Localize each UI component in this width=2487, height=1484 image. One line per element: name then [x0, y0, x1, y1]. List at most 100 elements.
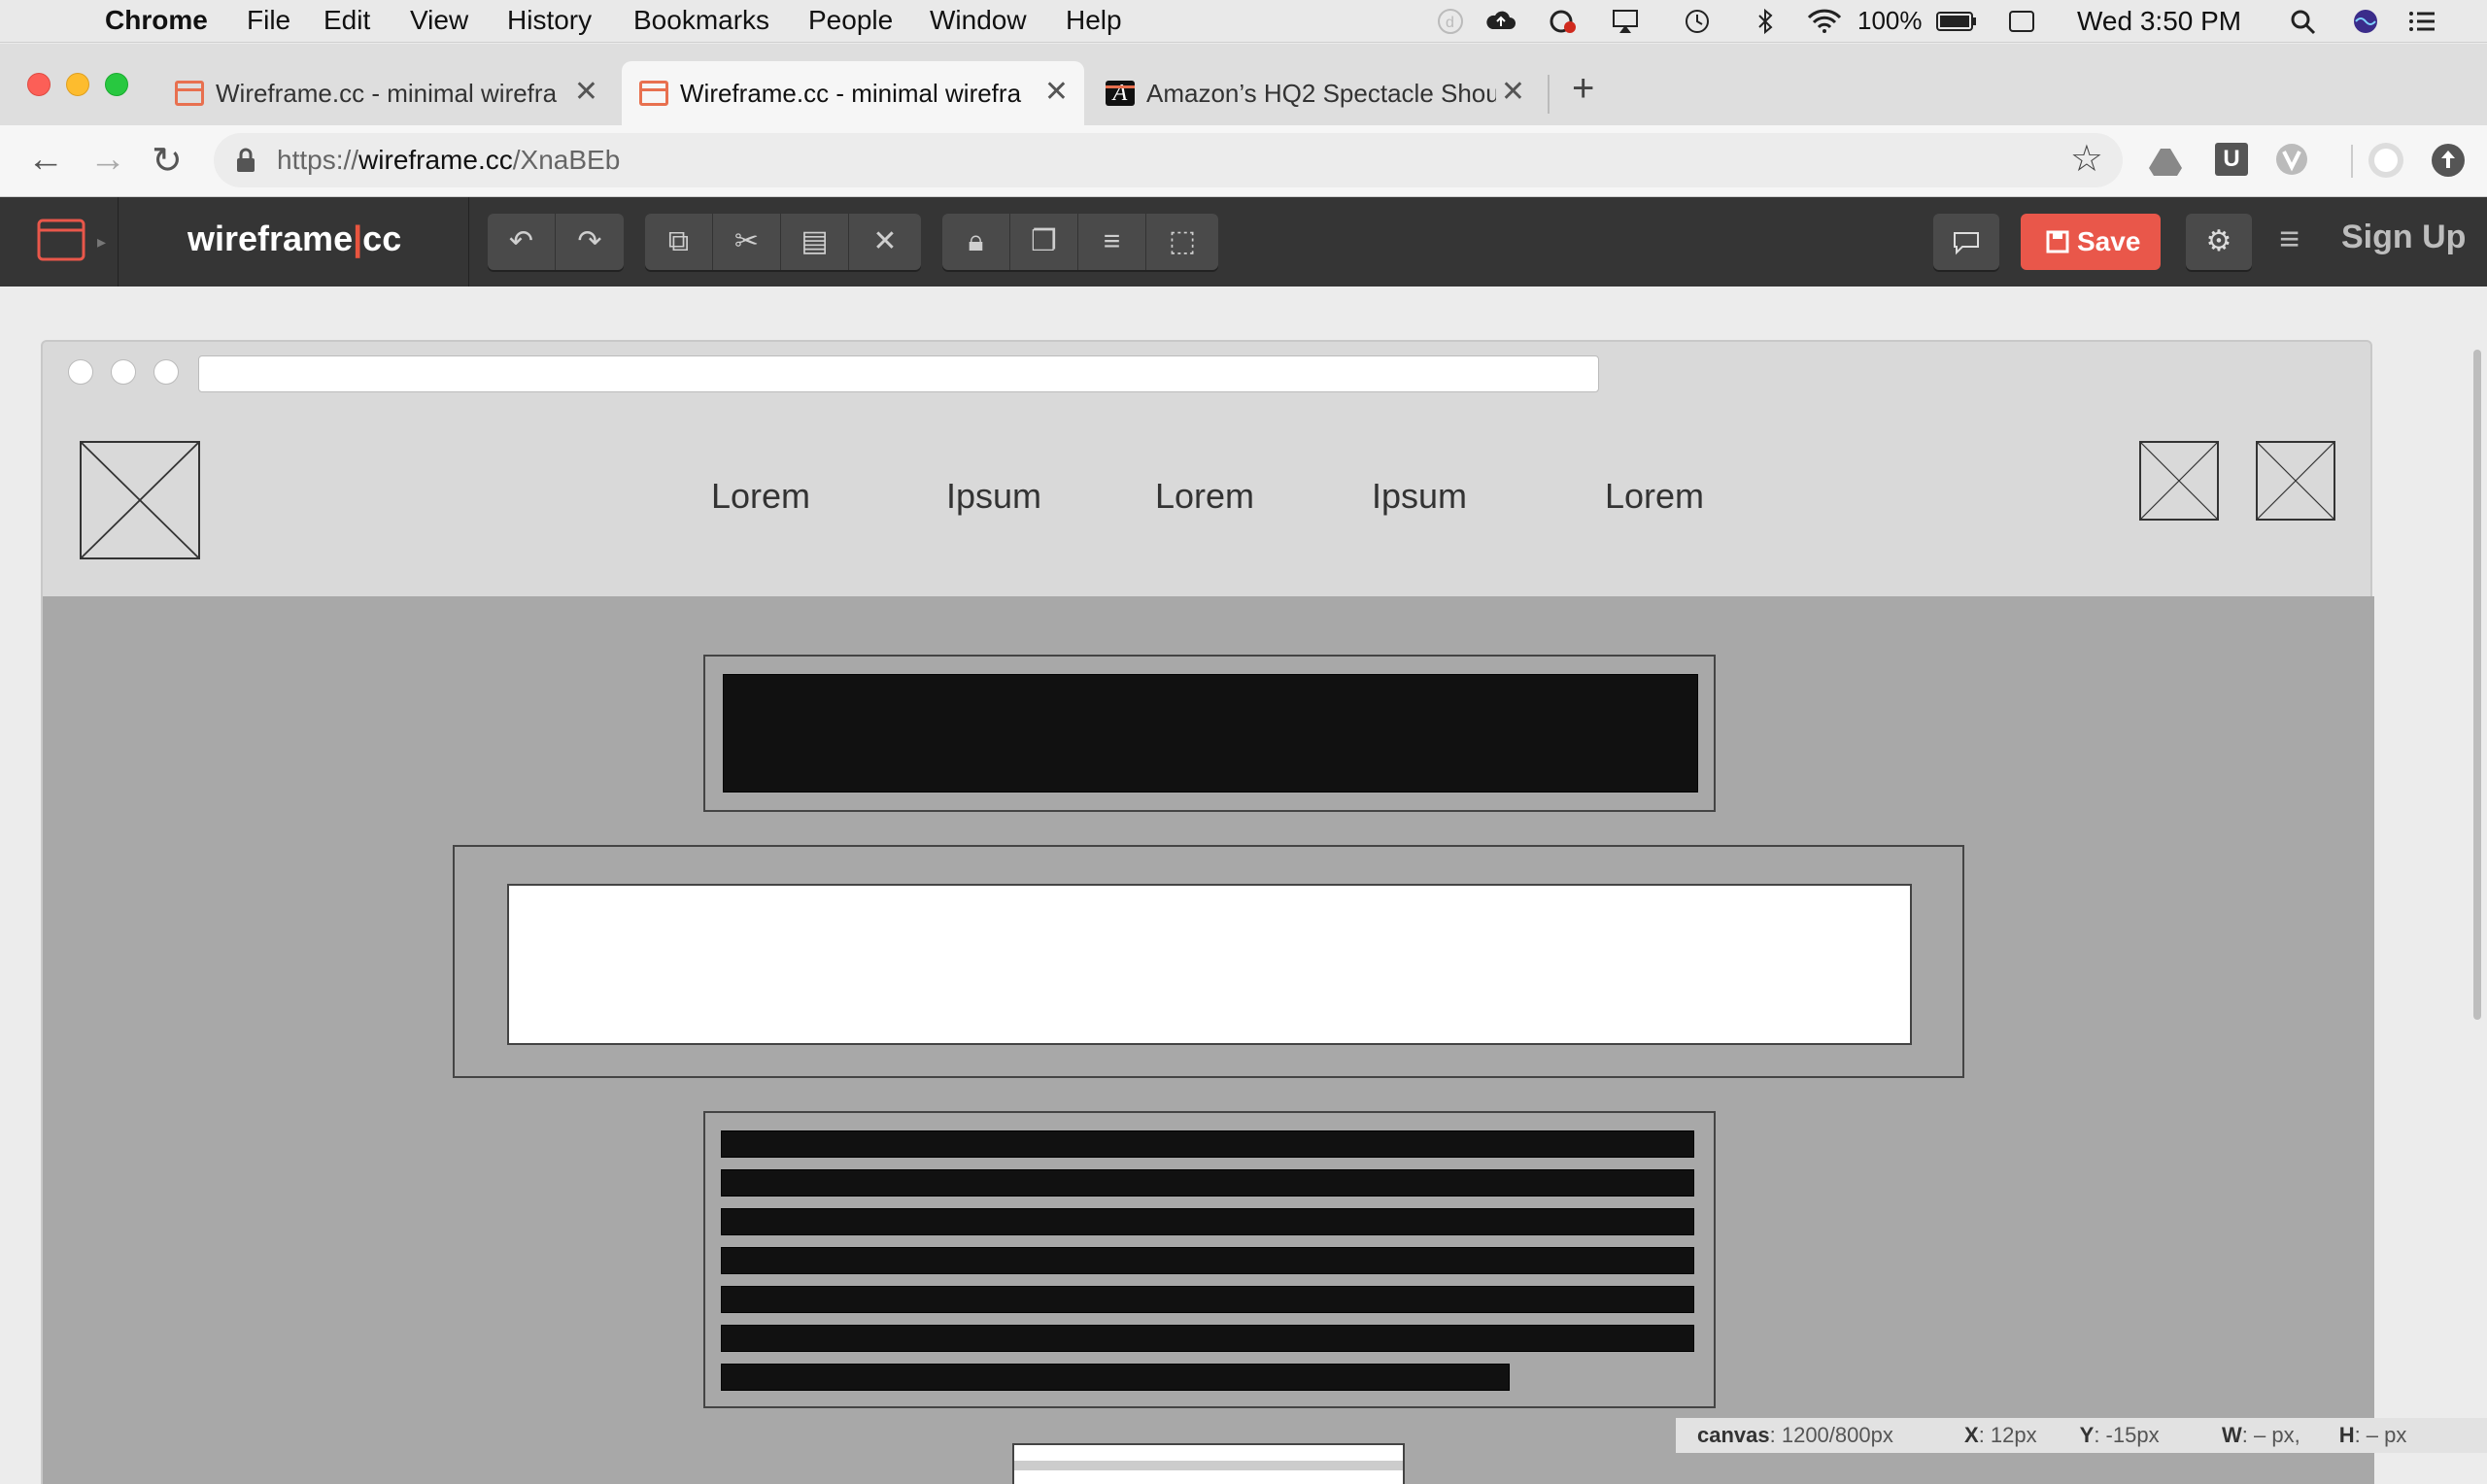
- menu-file[interactable]: File: [247, 5, 290, 36]
- caret-right-icon[interactable]: ▸: [97, 232, 106, 253]
- back-arrow-icon[interactable]: ←: [27, 139, 64, 181]
- hamburger-menu-icon[interactable]: ≡: [2279, 219, 2300, 259]
- close-window-button[interactable]: [27, 73, 51, 96]
- menu-history[interactable]: History: [507, 5, 592, 36]
- tab-amazon-hq2[interactable]: A Amazon’s HQ2 Spectacle Shou ✕: [1088, 61, 1541, 125]
- sign-up-button[interactable]: Sign Up: [2341, 219, 2466, 256]
- headline-block[interactable]: [723, 674, 1698, 793]
- comment-button[interactable]: [1933, 214, 1999, 270]
- headline-box[interactable]: [703, 655, 1716, 812]
- spotlight-search-icon[interactable]: [2289, 8, 2318, 35]
- tab-divider: [1548, 75, 1550, 114]
- nav-link[interactable]: Lorem: [1605, 476, 1704, 517]
- paragraph-box[interactable]: [703, 1111, 1716, 1408]
- group-button[interactable]: ⬚: [1146, 214, 1218, 270]
- maximize-window-button[interactable]: [105, 73, 128, 96]
- copy-button[interactable]: ⧉: [645, 214, 713, 270]
- cloud-upload-icon[interactable]: [1486, 8, 1516, 35]
- toolbar-separator: [118, 197, 119, 287]
- settings-button[interactable]: ⚙: [2186, 214, 2252, 270]
- text-line: [721, 1130, 1694, 1158]
- xy-readout: X: 12px Y: -15px: [1943, 1418, 2238, 1453]
- logo-image-placeholder[interactable]: [80, 441, 200, 559]
- creative-cloud-icon[interactable]: [1549, 8, 1578, 35]
- icon-image-placeholder[interactable]: [2139, 441, 2219, 521]
- new-tab-plus-icon[interactable]: +: [1572, 67, 1594, 111]
- wireframe-favicon-icon: [639, 81, 668, 106]
- menu-bookmarks[interactable]: Bookmarks: [633, 5, 769, 36]
- address-bar[interactable]: https://wireframe.cc/XnaBEb ☆: [214, 133, 2123, 187]
- cut-button[interactable]: ✂: [713, 214, 781, 270]
- url-text[interactable]: https://wireframe.cc/XnaBEb: [277, 145, 620, 176]
- bluetooth-icon[interactable]: [1751, 8, 1780, 35]
- menu-edit[interactable]: Edit: [324, 5, 370, 36]
- toolbar-divider: [2351, 145, 2353, 178]
- mac-menu-bar: Chrome File Edit View History Bookmarks …: [0, 0, 2487, 43]
- button-placeholder[interactable]: [1012, 1443, 1405, 1484]
- speech-bubble-icon: [1954, 232, 1979, 255]
- menu-view[interactable]: View: [410, 5, 468, 36]
- icon-image-placeholder[interactable]: [2256, 441, 2335, 521]
- save-button[interactable]: Save: [2021, 214, 2161, 270]
- button-placeholder-stripe: [1014, 1461, 1403, 1470]
- wireframe-browser-frame[interactable]: Lorem Ipsum Lorem Ipsum Lorem: [41, 340, 2374, 1484]
- notification-center-icon[interactable]: [2407, 8, 2436, 35]
- svg-text:d: d: [1446, 15, 1454, 31]
- the-atlantic-favicon-icon: A: [1106, 81, 1135, 106]
- canvas-size-readout: canvas: 1200/800px: [1676, 1418, 1981, 1453]
- text-line: [721, 1169, 1694, 1197]
- airplay-icon[interactable]: [1611, 8, 1640, 35]
- vertical-scrollbar[interactable]: [2473, 350, 2481, 1020]
- siri-icon[interactable]: [2351, 8, 2380, 35]
- nav-link[interactable]: Ipsum: [1372, 476, 1467, 517]
- nav-link[interactable]: Lorem: [711, 476, 810, 517]
- undo-button[interactable]: ↶: [488, 214, 556, 270]
- arrange-layer-button[interactable]: ❐: [1010, 214, 1078, 270]
- nav-link[interactable]: Ipsum: [946, 476, 1041, 517]
- wifi-icon[interactable]: [1805, 8, 1844, 35]
- ublock-extension-icon[interactable]: U: [2215, 143, 2248, 176]
- forward-arrow-icon[interactable]: →: [89, 139, 126, 181]
- app-toolbar: ▸ wireframe|cc ↶ ↷ ⧉ ✂ ▤ ✕ 🔒︎ ❐ ≡ ⬚ Save…: [0, 197, 2487, 287]
- tab-title: Wireframe.cc - minimal wirefra: [216, 79, 558, 108]
- dash-icon[interactable]: d: [1436, 8, 1465, 35]
- keyboard-icon[interactable]: [2007, 8, 2036, 35]
- menu-app-name[interactable]: Chrome: [105, 5, 208, 36]
- paste-button[interactable]: ▤: [781, 214, 849, 270]
- redo-button[interactable]: ↷: [556, 214, 624, 270]
- edit-button-group: ⧉ ✂ ▤ ✕: [645, 214, 921, 270]
- google-drive-icon[interactable]: [2149, 147, 2182, 176]
- menu-help[interactable]: Help: [1066, 5, 1122, 36]
- tab-close-icon[interactable]: ✕: [574, 75, 598, 109]
- profile-avatar-icon[interactable]: [2367, 141, 2405, 180]
- bookmark-star-icon[interactable]: ☆: [2070, 137, 2103, 181]
- lock-button[interactable]: 🔒︎: [942, 214, 1010, 270]
- battery-icon[interactable]: [1935, 8, 1978, 35]
- gears-icon: ⚙: [2205, 225, 2232, 257]
- menu-window[interactable]: Window: [930, 5, 1027, 36]
- wireframe-body: [43, 596, 2374, 1484]
- input-field-placeholder[interactable]: [507, 884, 1912, 1045]
- text-line: [721, 1247, 1694, 1274]
- tab-close-icon[interactable]: ✕: [1501, 75, 1525, 109]
- tab-wireframe-1[interactable]: Wireframe.cc - minimal wirefra ✕: [157, 61, 614, 125]
- delete-button[interactable]: ✕: [849, 214, 921, 270]
- wireframe-url-field[interactable]: [198, 355, 1599, 392]
- app-logo[interactable]: wireframe|cc: [187, 219, 401, 259]
- menubar-clock[interactable]: Wed 3:50 PM: [2077, 6, 2241, 37]
- app-menu-browser-icon[interactable]: [37, 219, 85, 261]
- time-machine-icon[interactable]: [1683, 8, 1712, 35]
- menu-people[interactable]: People: [808, 5, 893, 36]
- input-box-container[interactable]: [453, 845, 1964, 1078]
- tab-wireframe-2[interactable]: Wireframe.cc - minimal wirefra ✕: [622, 61, 1084, 125]
- extension-v-icon[interactable]: [2275, 143, 2308, 176]
- tab-close-icon[interactable]: ✕: [1044, 75, 1069, 109]
- align-button[interactable]: ≡: [1078, 214, 1146, 270]
- lock-icon[interactable]: [235, 147, 256, 174]
- reload-icon[interactable]: ↻: [152, 139, 183, 183]
- minimize-window-button[interactable]: [66, 73, 89, 96]
- battery-percent: 100%: [1857, 6, 1923, 35]
- chrome-update-icon[interactable]: [2431, 143, 2466, 178]
- toolbar-separator: [468, 197, 469, 287]
- nav-link[interactable]: Lorem: [1155, 476, 1254, 517]
